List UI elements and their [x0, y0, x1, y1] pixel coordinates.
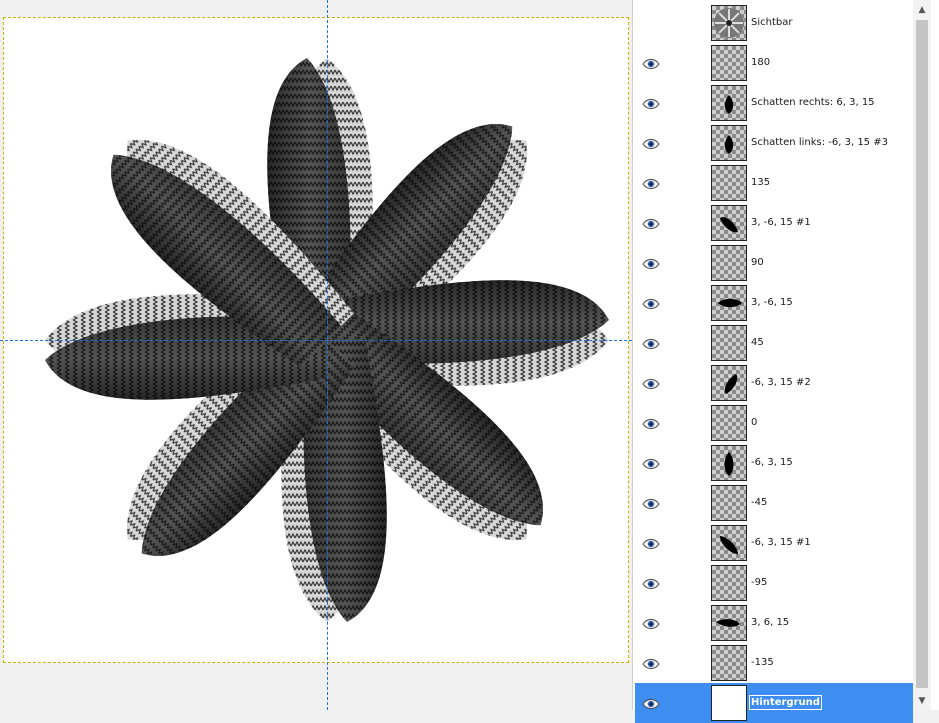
layer-thumbnail[interactable] [711, 325, 747, 361]
layer-row[interactable]: -135 [635, 643, 913, 683]
layer-row[interactable]: 3, -6, 15 #1 [635, 203, 913, 243]
eye-icon[interactable] [641, 376, 661, 390]
layer-name: 3, -6, 15 [751, 297, 793, 308]
layer-name: Schatten rechts: 6, 3, 15 [751, 97, 875, 108]
eye-icon[interactable] [641, 336, 661, 350]
layer-thumbnail[interactable] [711, 525, 747, 561]
layer-name: -45 [751, 497, 768, 508]
canvas-area[interactable] [0, 0, 632, 710]
layers-panel: Sichtbar 180 Schatten rechts: 6, 3, 15 Scha… [632, 0, 939, 723]
layer-row[interactable]: 0 [635, 403, 913, 443]
eye-icon[interactable] [641, 456, 661, 470]
layer-name: 135 [751, 177, 771, 188]
layer-name: -6, 3, 15 #2 [751, 377, 811, 388]
layer-row[interactable]: Sichtbar [635, 3, 913, 43]
layer-list-scrollbar[interactable]: ▲ ▼ [913, 0, 931, 710]
layer-thumbnail[interactable] [711, 605, 747, 641]
layer-name: 180 [751, 57, 771, 68]
layer-thumbnail[interactable] [711, 565, 747, 601]
layer-thumbnail[interactable] [711, 405, 747, 441]
eye-icon[interactable] [641, 216, 661, 230]
scroll-up-icon[interactable]: ▲ [916, 3, 928, 17]
layer-row[interactable]: -95 [635, 563, 913, 603]
layer-row[interactable]: 90 [635, 243, 913, 283]
layer-row[interactable]: Schatten rechts: 6, 3, 15 [635, 83, 913, 123]
layer-name: -6, 3, 15 [751, 457, 793, 468]
layer-thumbnail[interactable] [711, 205, 747, 241]
layer-row[interactable]: -45 [635, 483, 913, 523]
eye-icon[interactable] [641, 656, 661, 670]
layer-name: -95 [751, 577, 768, 588]
layer-name: 0 [751, 417, 758, 428]
layer-row[interactable]: 180 [635, 43, 913, 83]
layer-row[interactable]: -6, 3, 15 [635, 443, 913, 483]
layer-name: Sichtbar [751, 17, 793, 28]
scroll-down-icon[interactable]: ▼ [916, 694, 928, 708]
eye-icon[interactable] [641, 536, 661, 550]
layer-name: Schatten links: -6, 3, 15 #3 [751, 137, 888, 148]
layer-thumbnail[interactable] [711, 245, 747, 281]
layer-thumbnail[interactable] [711, 685, 747, 721]
layer-list: Sichtbar 180 Schatten rechts: 6, 3, 15 Scha… [635, 0, 913, 723]
layer-name: -135 [751, 657, 774, 668]
eye-icon[interactable] [641, 136, 661, 150]
flower-artwork[interactable] [0, 0, 632, 710]
eye-icon[interactable] [641, 696, 661, 710]
layer-thumbnail[interactable] [711, 285, 747, 321]
layer-thumbnail[interactable] [711, 645, 747, 681]
layer-name: -6, 3, 15 #1 [751, 537, 811, 548]
layer-name: 3, -6, 15 #1 [751, 217, 811, 228]
eye-icon[interactable] [641, 296, 661, 310]
layer-name: 90 [751, 257, 764, 268]
layer-row[interactable]: -6, 3, 15 #2 [635, 363, 913, 403]
layer-thumbnail[interactable] [711, 85, 747, 121]
layer-row[interactable]: Hintergrund [635, 683, 913, 723]
layer-row[interactable]: 135 [635, 163, 913, 203]
layer-row[interactable]: -6, 3, 15 #1 [635, 523, 913, 563]
layer-thumbnail[interactable] [711, 445, 747, 481]
layer-name: 3, 6, 15 [751, 617, 790, 628]
layer-row[interactable]: 45 [635, 323, 913, 363]
scroll-thumb[interactable] [916, 20, 928, 688]
eye-icon[interactable] [641, 176, 661, 190]
eye-icon[interactable] [641, 256, 661, 270]
layer-name: Hintergrund [749, 695, 822, 710]
eye-icon[interactable] [641, 496, 661, 510]
horizontal-guide[interactable] [0, 340, 632, 341]
layer-name: 45 [751, 337, 764, 348]
layer-thumbnail[interactable] [711, 5, 747, 41]
vertical-guide[interactable] [327, 0, 328, 710]
layer-thumbnail[interactable] [711, 485, 747, 521]
eye-icon[interactable] [641, 56, 661, 70]
layer-thumbnail[interactable] [711, 365, 747, 401]
layer-row[interactable]: 3, 6, 15 [635, 603, 913, 643]
layer-row[interactable]: 3, -6, 15 [635, 283, 913, 323]
layer-row[interactable]: Schatten links: -6, 3, 15 #3 [635, 123, 913, 163]
eye-icon[interactable] [641, 416, 661, 430]
layer-thumbnail[interactable] [711, 125, 747, 161]
eye-icon[interactable] [641, 96, 661, 110]
eye-icon[interactable] [641, 576, 661, 590]
layer-thumbnail[interactable] [711, 165, 747, 201]
eye-icon[interactable] [641, 616, 661, 630]
layer-thumbnail[interactable] [711, 45, 747, 81]
